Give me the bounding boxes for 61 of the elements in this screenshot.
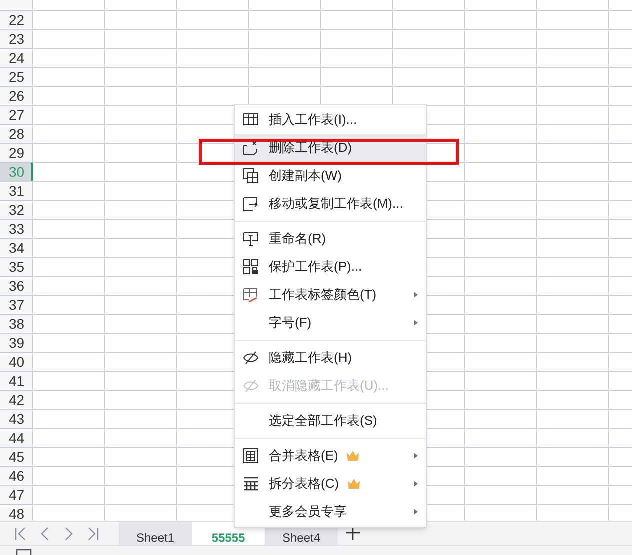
row-header[interactable]: 46 xyxy=(0,467,33,485)
hidden-eye-icon xyxy=(243,378,259,394)
sheet-delete-icon xyxy=(243,140,259,156)
sheet-tab[interactable]: Sheet1 xyxy=(119,522,192,545)
menu-item[interactable]: 重命名(R) xyxy=(235,225,426,253)
split-table-icon xyxy=(243,476,259,492)
submenu-arrow-icon xyxy=(414,320,418,326)
row-header[interactable]: 23 xyxy=(0,30,33,48)
last-sheet-icon[interactable] xyxy=(86,526,100,542)
row-header[interactable]: 41 xyxy=(0,372,33,390)
menu-item[interactable]: 创建副本(W) xyxy=(235,162,426,190)
panel-icon[interactable] xyxy=(16,549,32,555)
crown-icon xyxy=(347,451,360,461)
row-header[interactable]: 42 xyxy=(0,391,33,409)
row-header[interactable]: 32 xyxy=(0,201,33,219)
grid-icon xyxy=(243,112,259,128)
row-header[interactable]: 26 xyxy=(0,87,33,105)
menu-item[interactable]: 保护工作表(P)... xyxy=(235,253,426,281)
row-header[interactable]: 35 xyxy=(0,258,33,276)
row-header[interactable]: 31 xyxy=(0,182,33,200)
row-header[interactable]: 39 xyxy=(0,334,33,352)
row-header[interactable]: 25 xyxy=(0,68,33,86)
row-header[interactable]: 28 xyxy=(0,125,33,143)
move-icon xyxy=(243,196,259,212)
row-header[interactable]: 47 xyxy=(0,486,33,504)
menu-item[interactable]: 工作表标签颜色(T) xyxy=(235,281,426,309)
merge-table-icon xyxy=(243,448,259,464)
submenu-arrow-icon xyxy=(414,481,418,487)
menu-item[interactable]: 拆分表格(C) xyxy=(235,470,426,498)
menu-item[interactable]: 合并表格(E) xyxy=(235,442,426,470)
hidden-eye-icon xyxy=(243,350,259,366)
crown-icon xyxy=(348,479,360,489)
row-header[interactable]: 48 xyxy=(0,505,33,521)
first-sheet-icon[interactable] xyxy=(14,526,28,542)
row-header[interactable]: 29 xyxy=(0,144,33,162)
menu-item[interactable]: 字号(F) xyxy=(235,309,426,337)
submenu-arrow-icon xyxy=(414,509,418,515)
row-header[interactable]: 36 xyxy=(0,277,33,295)
row-header[interactable]: 43 xyxy=(0,410,33,428)
row-header[interactable] xyxy=(0,0,33,10)
copy-icon xyxy=(243,168,259,184)
submenu-arrow-icon xyxy=(414,292,418,298)
row-header[interactable]: 34 xyxy=(0,239,33,257)
row-header[interactable]: 40 xyxy=(0,353,33,371)
row-header[interactable]: 44 xyxy=(0,429,33,447)
row-header[interactable]: 33 xyxy=(0,220,33,238)
menu-item[interactable]: 选定全部工作表(S) xyxy=(235,407,426,435)
submenu-arrow-icon xyxy=(414,453,418,459)
menu-item[interactable]: 隐藏工作表(H) xyxy=(235,344,426,372)
menu-item[interactable]: 移动或复制工作表(M)... xyxy=(235,190,426,218)
add-sheet-icon[interactable] xyxy=(346,526,360,540)
row-header[interactable]: 45 xyxy=(0,448,33,466)
color-tag-icon xyxy=(243,287,259,303)
row-header[interactable]: 37 xyxy=(0,296,33,314)
rename-icon xyxy=(243,231,259,247)
menu-item[interactable]: 插入工作表(I)... xyxy=(235,106,426,134)
row-header[interactable]: 22 xyxy=(0,11,33,29)
row-header[interactable]: 38 xyxy=(0,315,33,333)
row-header[interactable]: 27 xyxy=(0,106,33,124)
row-header[interactable]: 24 xyxy=(0,49,33,67)
lock-icon xyxy=(243,259,259,275)
